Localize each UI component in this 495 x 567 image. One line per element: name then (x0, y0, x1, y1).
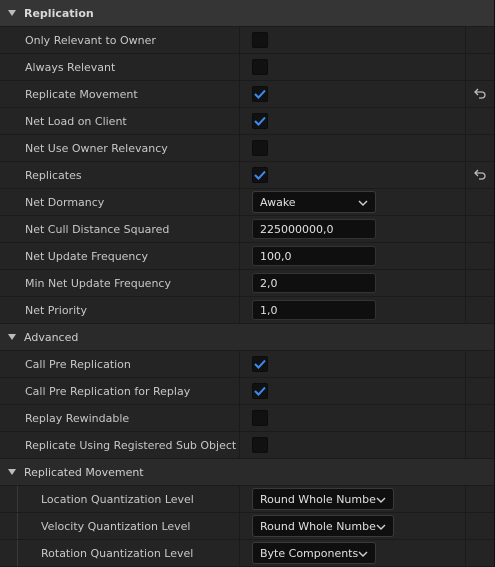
chevron-down-icon (358, 547, 368, 560)
call-pre-replication-checkbox[interactable] (252, 356, 268, 372)
always-relevant-checkbox[interactable] (252, 59, 268, 75)
property-row-replay-rewindable: Replay Rewindable (0, 405, 494, 432)
chevron-down-icon (376, 493, 386, 506)
section-title: Replicated Movement (24, 465, 144, 479)
reset-to-default-icon[interactable] (473, 168, 487, 183)
property-row-call-pre-replication-for-replay: Call Pre Replication for Replay (0, 378, 494, 405)
property-label: Min Net Update Frequency (25, 276, 171, 290)
section-header-replicated-movement[interactable]: Replicated Movement (0, 459, 494, 486)
net-priority-input[interactable]: 1,0 (252, 300, 376, 320)
replicate-movement-checkbox[interactable] (252, 86, 268, 102)
property-row-replicate-using-registered-sub-object-list: Replicate Using Registered Sub Object Li… (0, 432, 494, 459)
checkmark-icon (254, 170, 266, 180)
chevron-down-icon (376, 520, 386, 533)
replicates-checkbox[interactable] (252, 167, 268, 183)
net-dormancy-dropdown[interactable]: Awake (252, 191, 376, 213)
checkmark-icon (254, 359, 266, 369)
property-row-net-cull-distance-squared: Net Cull Distance Squared 225000000,0 (0, 216, 494, 243)
property-row-always-relevant: Always Relevant (0, 54, 494, 81)
location-quantization-level-dropdown[interactable]: Round Whole Number (252, 488, 394, 510)
property-label: Net Load on Client (25, 114, 127, 128)
property-label: Only Relevant to Owner (25, 33, 156, 47)
section-title: Advanced (24, 330, 79, 344)
dropdown-value: Round Whole Number (260, 492, 376, 506)
only-relevant-to-owner-checkbox[interactable] (252, 32, 268, 48)
dropdown-value: Byte Components (260, 546, 358, 560)
reset-to-default-icon[interactable] (473, 87, 487, 102)
property-row-net-priority: Net Priority 1,0 (0, 297, 494, 324)
property-label: Net Priority (25, 303, 87, 317)
rotation-quantization-level-dropdown[interactable]: Byte Components (252, 542, 376, 564)
details-panel: Replication Only Relevant to Owner Alway… (0, 0, 495, 567)
replay-rewindable-checkbox[interactable] (252, 410, 268, 426)
replicate-using-registered-sub-object-list-checkbox[interactable] (252, 437, 268, 453)
property-row-net-dormancy: Net Dormancy Awake (0, 189, 494, 216)
net-load-on-client-checkbox[interactable] (252, 113, 268, 129)
property-row-replicates: Replicates (0, 162, 494, 189)
net-cull-distance-squared-input[interactable]: 225000000,0 (252, 219, 376, 239)
call-pre-replication-for-replay-checkbox[interactable] (252, 383, 268, 399)
dropdown-value: Round Whole Number (260, 519, 376, 533)
collapse-icon[interactable] (0, 9, 24, 17)
property-row-only-relevant-to-owner: Only Relevant to Owner (0, 27, 494, 54)
net-update-frequency-input[interactable]: 100,0 (252, 246, 376, 266)
checkmark-icon (254, 89, 266, 99)
property-label: Replay Rewindable (25, 411, 130, 425)
section-header-advanced[interactable]: Advanced (0, 324, 494, 351)
property-label: Replicate Using Registered Sub Object Li… (25, 438, 240, 452)
property-label: Always Relevant (25, 60, 116, 74)
property-label: Call Pre Replication (25, 357, 131, 371)
property-row-replicate-movement: Replicate Movement (0, 81, 494, 108)
checkmark-icon (254, 116, 266, 126)
property-label: Location Quantization Level (41, 492, 194, 506)
property-row-call-pre-replication: Call Pre Replication (0, 351, 494, 378)
net-use-owner-relevancy-checkbox[interactable] (252, 140, 268, 156)
collapse-icon[interactable] (0, 468, 24, 476)
property-label: Net Cull Distance Squared (25, 222, 170, 236)
chevron-down-icon (358, 196, 368, 209)
property-label: Net Dormancy (25, 195, 105, 209)
velocity-quantization-level-dropdown[interactable]: Round Whole Number (252, 515, 394, 537)
property-label: Replicate Movement (25, 87, 138, 101)
property-row-velocity-quantization-level: Velocity Quantization Level Round Whole … (0, 513, 494, 540)
property-label: Call Pre Replication for Replay (25, 384, 191, 398)
dropdown-value: Awake (260, 195, 296, 209)
section-title: Replication (24, 6, 94, 20)
min-net-update-frequency-input[interactable]: 2,0 (252, 273, 376, 293)
section-header-replication[interactable]: Replication (0, 0, 494, 27)
collapse-icon[interactable] (0, 333, 24, 341)
checkmark-icon (254, 386, 266, 396)
property-row-net-load-on-client: Net Load on Client (0, 108, 494, 135)
property-label: Net Use Owner Relevancy (25, 141, 168, 155)
property-label: Rotation Quantization Level (41, 546, 194, 560)
property-row-min-net-update-frequency: Min Net Update Frequency 2,0 (0, 270, 494, 297)
property-label: Net Update Frequency (25, 249, 148, 263)
property-row-location-quantization-level: Location Quantization Level Round Whole … (0, 486, 494, 513)
property-label: Replicates (25, 168, 82, 182)
property-row-rotation-quantization-level: Rotation Quantization Level Byte Compone… (0, 540, 494, 567)
property-row-net-update-frequency: Net Update Frequency 100,0 (0, 243, 494, 270)
property-label: Velocity Quantization Level (41, 519, 191, 533)
property-row-net-use-owner-relevancy: Net Use Owner Relevancy (0, 135, 494, 162)
